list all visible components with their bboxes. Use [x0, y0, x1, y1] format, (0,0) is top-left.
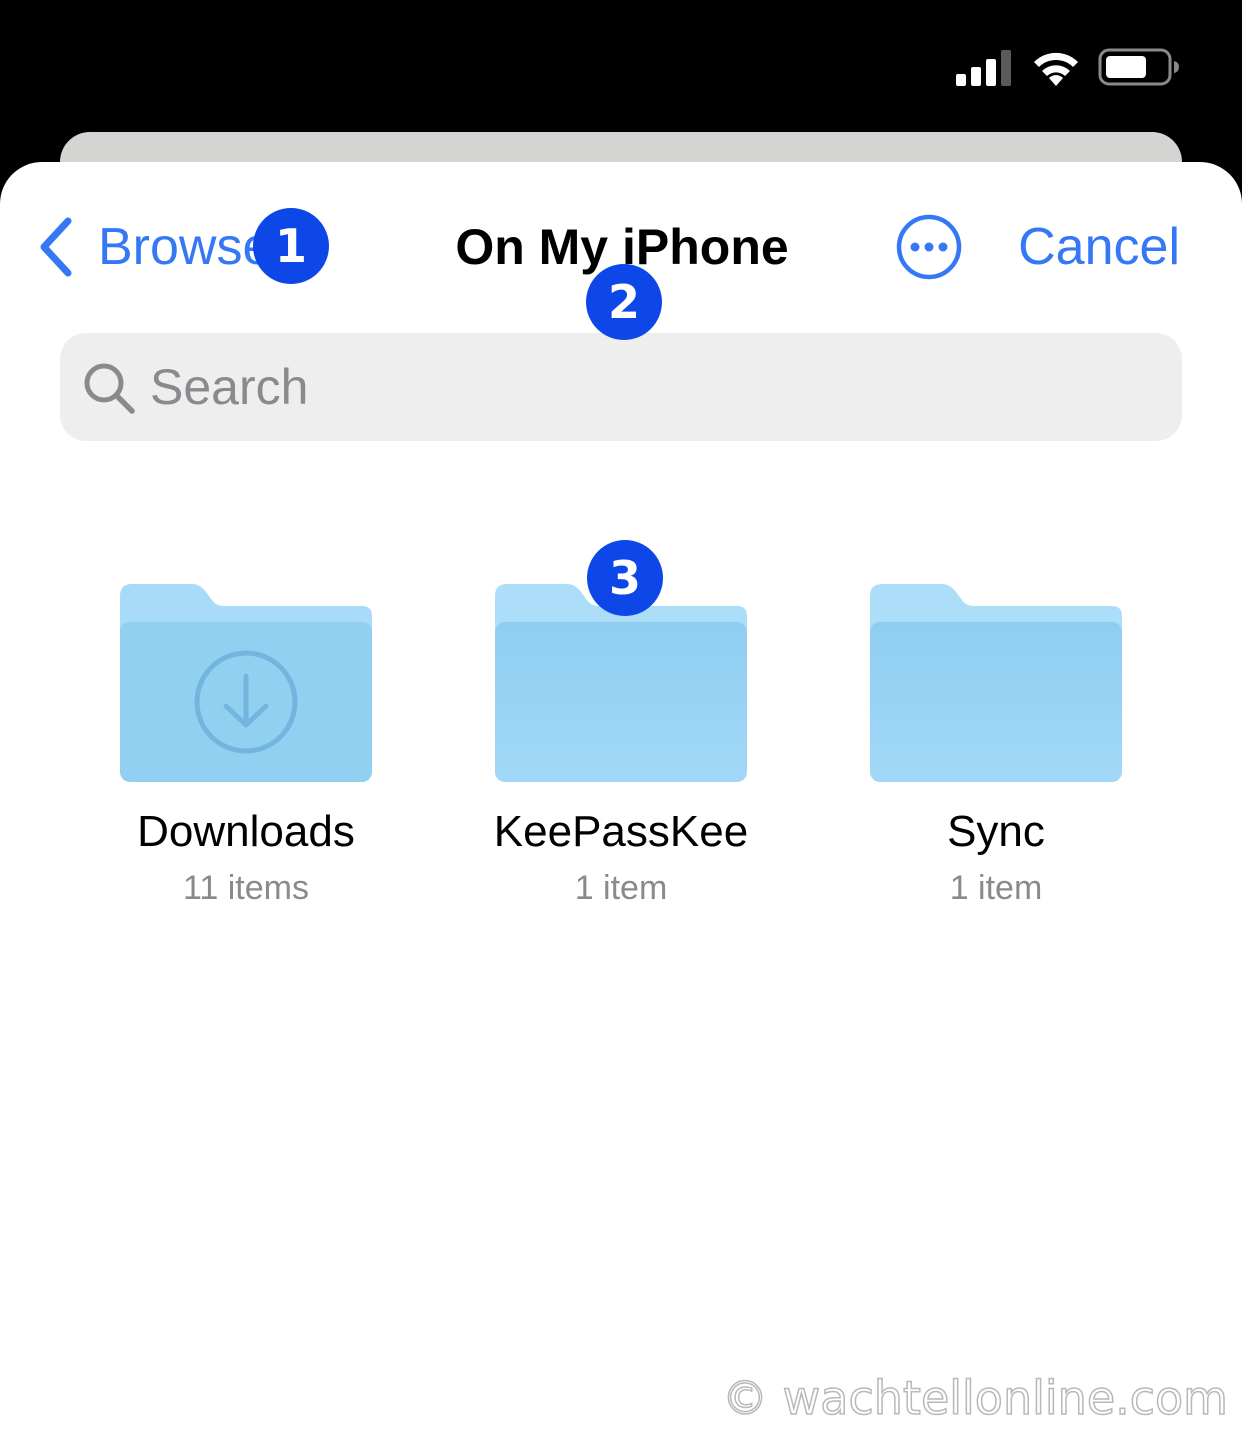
- folder-item-keepasskee[interactable]: KeePassKee 1 item: [471, 582, 771, 922]
- search-field[interactable]: [60, 333, 1182, 441]
- cancel-button[interactable]: Cancel: [1000, 214, 1180, 280]
- folder-name: KeePassKee: [493, 807, 749, 856]
- back-button[interactable]: Browse: [36, 214, 271, 280]
- back-button-label: Browse: [98, 218, 272, 276]
- folder-item-sync[interactable]: Sync 1 item: [846, 582, 1146, 922]
- battery-icon: [1098, 48, 1179, 86]
- status-bar: [0, 0, 1242, 132]
- search-icon: [84, 363, 135, 414]
- folder-name: Sync: [947, 807, 1045, 856]
- wifi-icon: [1034, 52, 1078, 86]
- folder-item-count: 1 item: [574, 869, 668, 907]
- folder-name: Downloads: [137, 807, 355, 856]
- folder-item-count: 1 item: [949, 869, 1043, 907]
- cellular-signal-icon: [956, 50, 1011, 86]
- watermark: © wachtellonline.com: [721, 1370, 1228, 1426]
- chevron-left-icon: [40, 217, 72, 277]
- annotation-badge-1: 1: [253, 208, 329, 284]
- ellipsis-circle-icon[interactable]: [895, 213, 963, 281]
- annotation-badge-2: 2: [586, 264, 662, 340]
- folder-item-count: 11 items: [183, 869, 309, 907]
- annotation-badge-3: 3: [587, 540, 663, 616]
- folder-item-downloads[interactable]: Downloads 11 items: [96, 582, 396, 922]
- search-input[interactable]: [150, 333, 1160, 441]
- downloads-folder-icon: [120, 584, 372, 782]
- folder-icon: [870, 584, 1122, 782]
